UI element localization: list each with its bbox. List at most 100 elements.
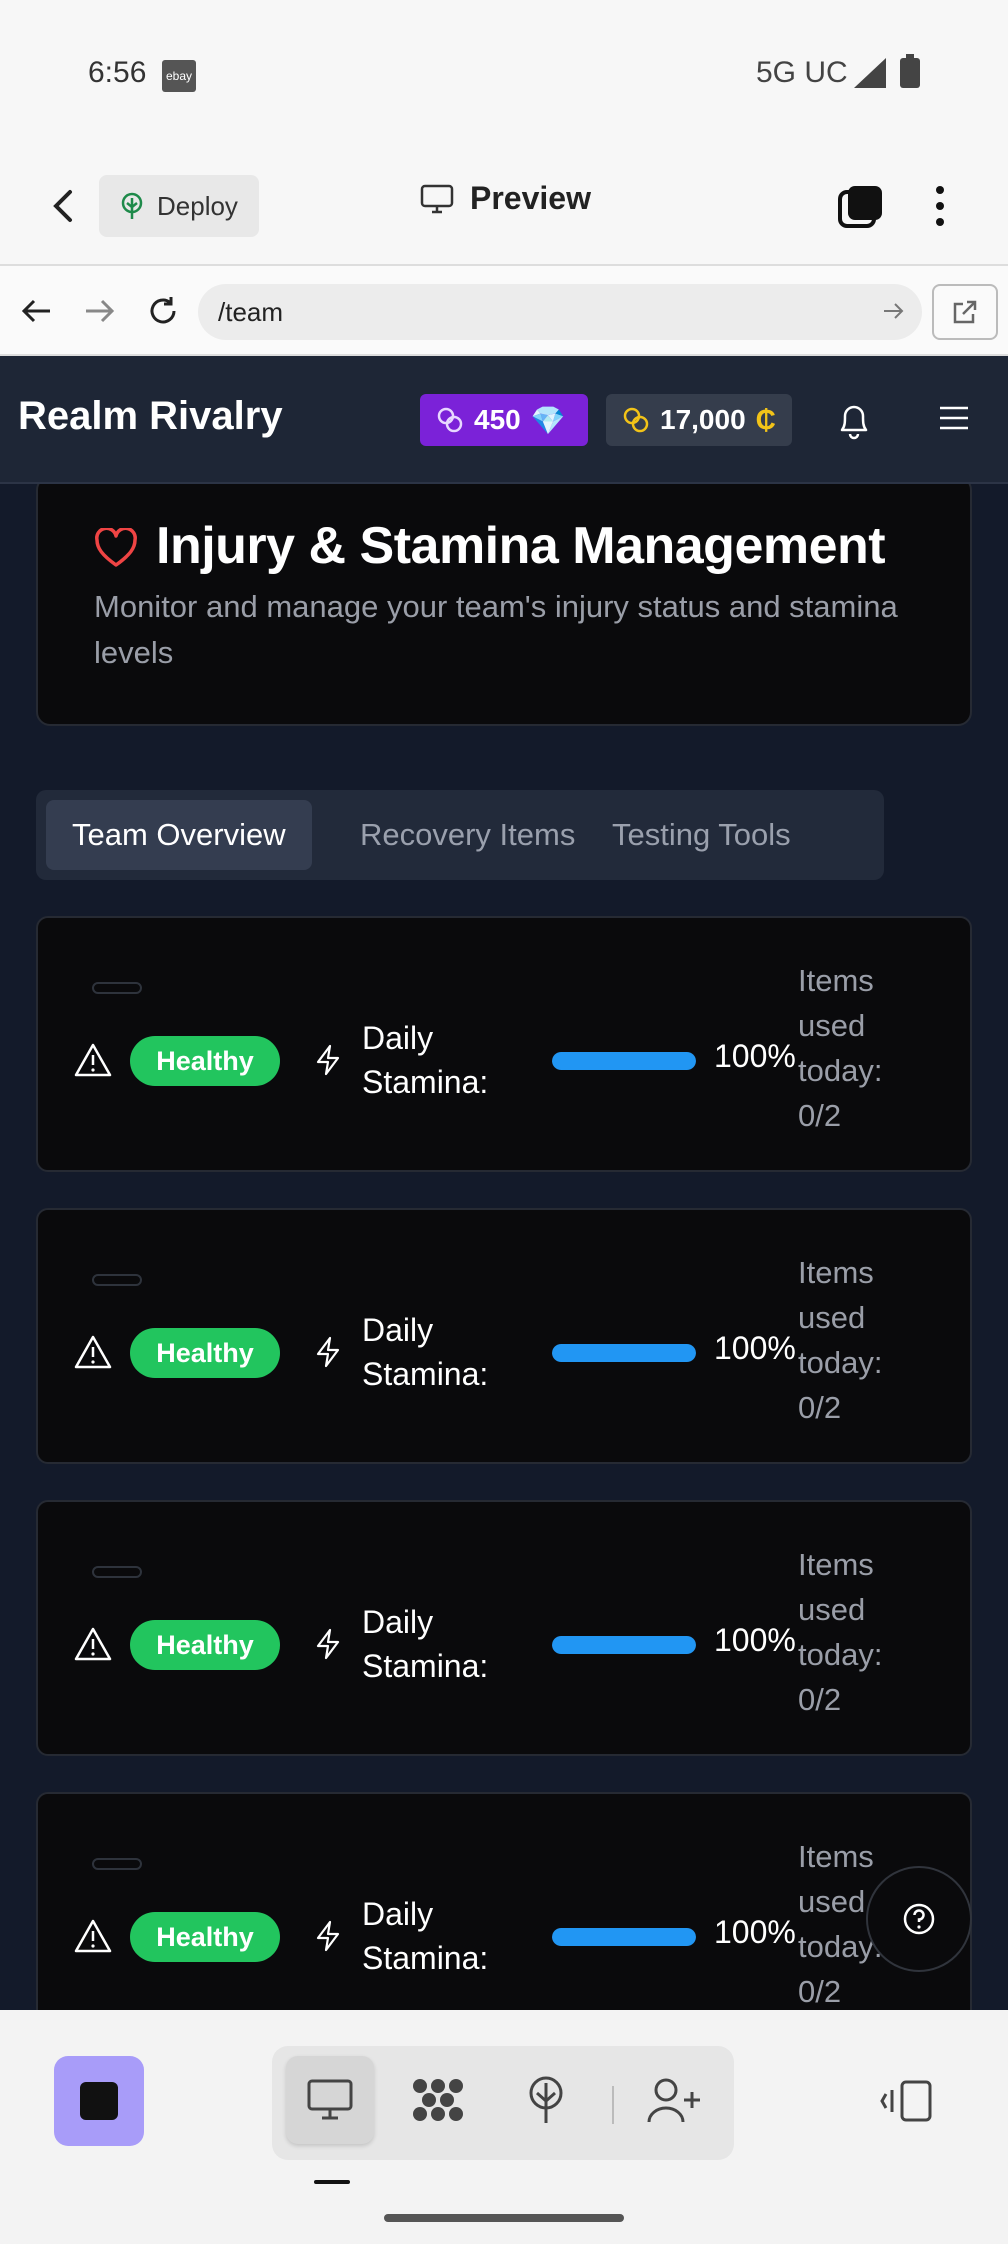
player-card[interactable]: Healthy Daily Stamina: 100% Items used t… (36, 916, 972, 1172)
stamina-label: Daily Stamina: (362, 1896, 489, 1976)
preview-label: Preview (470, 180, 591, 216)
more-icon[interactable] (930, 184, 950, 228)
items-used: Items used today: 0/2 (798, 963, 883, 1133)
tab-list: Team Overview Recovery Items Testing Too… (36, 790, 884, 880)
stamina-bar (552, 1344, 696, 1362)
network-label: 5G UC (756, 56, 848, 89)
invite-user-button[interactable] (630, 2056, 718, 2144)
gem-coins-icon (437, 407, 463, 433)
game-brand[interactable]: Realm Rivalry (18, 394, 283, 439)
status-time: 6:56 (88, 56, 147, 89)
help-icon (903, 1903, 935, 1935)
url-bar: /team (0, 264, 1008, 356)
arrow-left-icon[interactable] (20, 294, 54, 328)
bell-icon[interactable] (836, 400, 872, 440)
items-used: Items used today: 0/2 (798, 1547, 883, 1717)
add-user-icon (647, 2078, 700, 2123)
credits-value: 17,000 (660, 404, 746, 435)
status-bar: 6:56 ebay 5G UC (0, 0, 1008, 150)
stamina-label: Daily Stamina: (362, 1312, 489, 1392)
desktop-view-button[interactable] (286, 2056, 374, 2144)
ebay-notification-icon: ebay (162, 60, 196, 92)
credit-coins-icon (623, 407, 649, 433)
deploy-button[interactable]: Deploy (99, 175, 259, 237)
side-panel-icon[interactable] (880, 2078, 934, 2124)
gems-value: 450 (474, 404, 521, 435)
reload-icon[interactable] (146, 294, 180, 328)
heart-icon (95, 528, 137, 567)
tab-testing-tools[interactable]: Testing Tools (586, 800, 817, 870)
bolt-icon (316, 1920, 340, 1952)
credits-balance[interactable]: 17,000 ₵ (606, 394, 792, 446)
warning-icon (74, 1335, 112, 1369)
page-title: Injury & Stamina Management (156, 517, 886, 575)
battery-icon (900, 54, 920, 88)
app-header: Deploy Preview (0, 150, 1008, 264)
stamina-label: Daily Stamina: (362, 1020, 489, 1100)
items-used: Items used today: 0/2 (798, 1255, 883, 1425)
status-badge: Healthy (130, 1036, 280, 1086)
warning-icon (74, 1043, 112, 1077)
tab-recovery-items[interactable]: Recovery Items (334, 800, 601, 870)
player-card[interactable]: Healthy Daily Stamina: 100% Items used t… (36, 1500, 972, 1756)
view-switcher (272, 2046, 734, 2160)
dock-divider (612, 2086, 614, 2124)
currency-symbol: ₵ (755, 404, 776, 435)
stamina-bar-fill (552, 1928, 696, 1946)
workflow-icon (413, 2079, 463, 2121)
signal-icon (854, 58, 886, 88)
tabs-icon[interactable] (838, 184, 884, 230)
stamina-percent: 100% (714, 1622, 796, 1658)
back-icon[interactable] (46, 186, 80, 226)
workflow-button[interactable] (394, 2056, 482, 2144)
help-button[interactable] (866, 1866, 972, 1972)
warning-icon (74, 1627, 112, 1661)
status-badge: Healthy (130, 1912, 280, 1962)
url-text: /team (218, 296, 284, 327)
stamina-bar-fill (552, 1052, 696, 1070)
injury-header-card: Injury & Stamina Management Monitor and … (36, 476, 972, 726)
player-name-placeholder (92, 1566, 142, 1578)
stamina-bar (552, 1636, 696, 1654)
monitor-icon (420, 184, 454, 213)
page-subtitle: Monitor and manage your team's injury st… (94, 589, 898, 670)
deploy-label: Deploy (157, 190, 238, 221)
url-input[interactable]: /team (198, 284, 922, 340)
stamina-percent: 100% (714, 1038, 796, 1074)
web-content: Injury & Stamina Management Monitor and … (0, 356, 1008, 2010)
stop-button[interactable] (54, 2056, 144, 2146)
stamina-bar (552, 1928, 696, 1946)
gems-balance[interactable]: 450 💎 (420, 394, 588, 446)
player-card[interactable]: Healthy Daily Stamina: 100% Items used t… (36, 1208, 972, 1464)
game-top-bar: Realm Rivalry 450 💎 17,000 ₵ (0, 356, 1008, 484)
bolt-icon (316, 1336, 340, 1368)
tab-team-overview[interactable]: Team Overview (46, 800, 312, 870)
bolt-icon (316, 1044, 340, 1076)
stamina-percent: 100% (714, 1914, 796, 1950)
warning-icon (74, 1919, 112, 1953)
player-name-placeholder (92, 1858, 142, 1870)
player-card[interactable]: Healthy Daily Stamina: 100% Items used t… (36, 1792, 972, 2010)
deploy-icon (121, 192, 143, 219)
gem-emoji: 💎 (530, 404, 566, 436)
external-link-icon (953, 300, 977, 324)
gesture-bar (384, 2214, 624, 2222)
status-badge: Healthy (130, 1620, 280, 1670)
go-arrow-icon[interactable] (882, 300, 904, 322)
deploy-tree-icon (529, 2076, 563, 2123)
player-name-placeholder (92, 1274, 142, 1286)
open-external-button[interactable] (932, 284, 998, 340)
arrow-right-icon[interactable] (82, 294, 116, 328)
stamina-label: Daily Stamina: (362, 1604, 489, 1684)
bolt-icon (316, 1628, 340, 1660)
stamina-percent: 100% (714, 1330, 796, 1366)
menu-icon[interactable] (938, 404, 970, 432)
desktop-icon (307, 2079, 353, 2120)
player-name-placeholder (92, 982, 142, 994)
status-badge: Healthy (130, 1328, 280, 1378)
preview-button[interactable]: Preview (420, 180, 591, 217)
active-view-indicator (314, 2180, 350, 2184)
stamina-bar (552, 1052, 696, 1070)
deploy-tab-button[interactable] (502, 2056, 590, 2144)
stamina-bar-fill (552, 1344, 696, 1362)
